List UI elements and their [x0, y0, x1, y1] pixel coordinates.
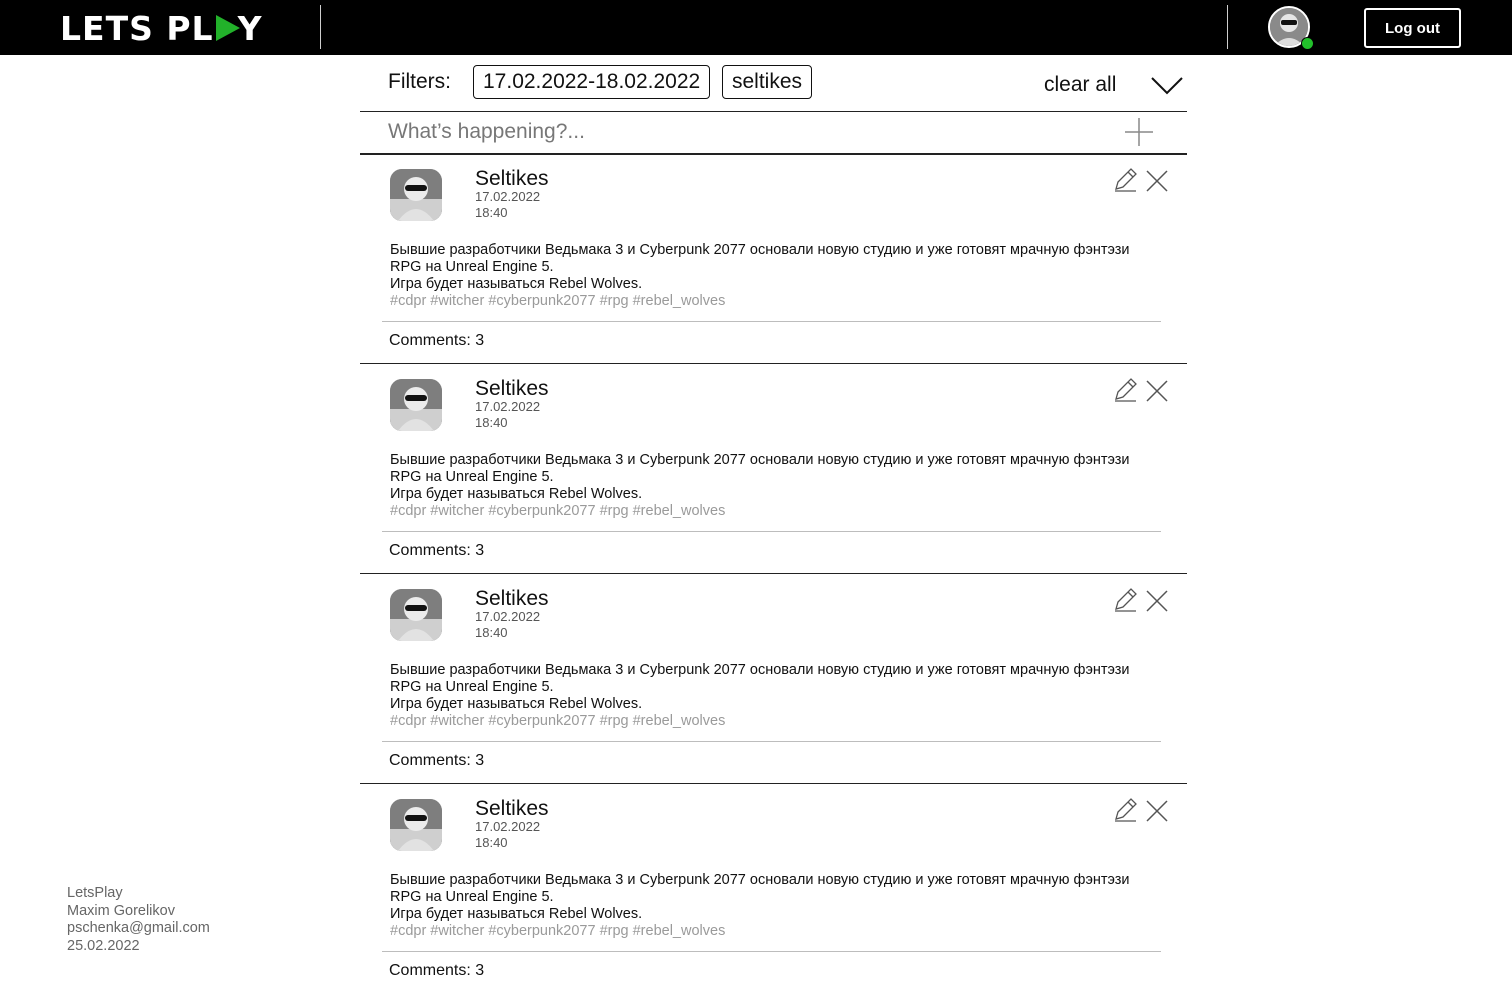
- post-tags[interactable]: #cdpr #witcher #cyberpunk2077 #rpg #rebe…: [390, 293, 1150, 310]
- post-card: Seltikes 17.02.2022 18:40 Бывшие разрабо…: [360, 785, 1187, 982]
- post-date: 17.02.2022: [475, 609, 541, 624]
- comments-count[interactable]: Comments: 3: [389, 542, 484, 560]
- post-text: Игра будет называться Rebel Wolves.: [390, 696, 643, 712]
- footer-app-name: LetsPlay: [67, 885, 123, 901]
- post-divider: [360, 783, 1187, 784]
- compose-bar: [360, 111, 1187, 155]
- post-card: Seltikes 17.02.2022 18:40 Бывшие разрабо…: [360, 365, 1187, 575]
- play-triangle-icon: [215, 15, 240, 41]
- post-text: Бывшие разработчики Ведьмака 3 и Cyberpu…: [390, 242, 1130, 275]
- whats-happening-input[interactable]: [388, 117, 1088, 147]
- post-body: Бывшие разработчики Ведьмака 3 и Cyberpu…: [390, 452, 1150, 520]
- footer-info: LetsPlay Maxim Gorelikov pschenka@gmail.…: [67, 885, 210, 955]
- footer-date: 25.02.2022: [67, 937, 140, 954]
- post-text: Игра будет называться Rebel Wolves.: [390, 486, 643, 502]
- header-divider-right: [1227, 5, 1228, 49]
- post-tags[interactable]: #cdpr #witcher #cyberpunk2077 #rpg #rebe…: [390, 923, 1150, 940]
- post-divider: [360, 363, 1187, 364]
- footer-author: Maxim Gorelikov: [67, 902, 175, 919]
- post-body: Бывшие разработчики Ведьмака 3 и Cyberpu…: [390, 242, 1150, 310]
- post-tags[interactable]: #cdpr #witcher #cyberpunk2077 #rpg #rebe…: [390, 713, 1150, 730]
- post-avatar[interactable]: [390, 589, 442, 641]
- filters-bar: Filters: 17.02.2022-18.02.2022 seltikes …: [360, 56, 1187, 112]
- comments-count[interactable]: Comments: 3: [389, 332, 484, 350]
- footer-email[interactable]: pschenka@gmail.com: [67, 920, 210, 938]
- post-date: 17.02.2022: [475, 189, 541, 204]
- post-author[interactable]: Seltikes: [475, 587, 549, 611]
- post-separator: [382, 321, 1161, 322]
- post-text: Игра будет называться Rebel Wolves.: [390, 276, 643, 292]
- filter-chip-user[interactable]: seltikes: [722, 65, 813, 99]
- post-author[interactable]: Seltikes: [475, 167, 549, 191]
- pencil-icon[interactable]: [1112, 167, 1138, 193]
- post-date: 17.02.2022: [475, 819, 541, 834]
- plus-icon[interactable]: [1124, 117, 1154, 147]
- post-separator: [382, 531, 1161, 532]
- post-avatar[interactable]: [390, 799, 442, 851]
- post-separator: [382, 951, 1161, 952]
- post-separator: [382, 741, 1161, 742]
- close-icon[interactable]: [1145, 589, 1169, 613]
- post-time: 18:40: [475, 205, 508, 220]
- logo[interactable]: LETS PL Y: [60, 8, 263, 48]
- post-text: Бывшие разработчики Ведьмака 3 и Cyberpu…: [390, 662, 1130, 695]
- chevron-down-icon[interactable]: [1150, 74, 1184, 96]
- clear-all-link[interactable]: clear all: [1044, 73, 1116, 97]
- close-icon[interactable]: [1145, 379, 1169, 403]
- post-card: Seltikes 17.02.2022 18:40 Бывшие разрабо…: [360, 575, 1187, 785]
- post-avatar[interactable]: [390, 379, 442, 431]
- post-text: Бывшие разработчики Ведьмака 3 и Cyberpu…: [390, 872, 1130, 905]
- post-body: Бывшие разработчики Ведьмака 3 и Cyberpu…: [390, 872, 1150, 940]
- close-icon[interactable]: [1145, 169, 1169, 193]
- filters-label: Filters:: [388, 70, 451, 93]
- post-author[interactable]: Seltikes: [475, 797, 549, 821]
- post-time: 18:40: [475, 415, 508, 430]
- filter-chip-date[interactable]: 17.02.2022-18.02.2022: [473, 65, 711, 99]
- top-bar: LETS PL Y Log out: [0, 0, 1512, 55]
- post-time: 18:40: [475, 835, 508, 850]
- post-avatar[interactable]: [390, 169, 442, 221]
- header-divider-left: [320, 5, 321, 49]
- post-time: 18:40: [475, 625, 508, 640]
- comments-count[interactable]: Comments: 3: [389, 962, 484, 980]
- post-body: Бывшие разработчики Ведьмака 3 и Cyberpu…: [390, 662, 1150, 730]
- pencil-icon[interactable]: [1112, 797, 1138, 823]
- comments-count[interactable]: Comments: 3: [389, 752, 484, 770]
- post-text: Игра будет называться Rebel Wolves.: [390, 906, 643, 922]
- logout-button[interactable]: Log out: [1364, 8, 1461, 48]
- logo-text-left: LETS PL: [60, 8, 214, 48]
- close-icon[interactable]: [1145, 799, 1169, 823]
- pencil-icon[interactable]: [1112, 587, 1138, 613]
- logo-text-right: Y: [237, 8, 263, 48]
- post-date: 17.02.2022: [475, 399, 541, 414]
- post-tags[interactable]: #cdpr #witcher #cyberpunk2077 #rpg #rebe…: [390, 503, 1150, 520]
- post-text: Бывшие разработчики Ведьмака 3 и Cyberpu…: [390, 452, 1130, 485]
- pencil-icon[interactable]: [1112, 377, 1138, 403]
- post-divider: [360, 573, 1187, 574]
- post-card: Seltikes 17.02.2022 18:40 Бывшие разрабо…: [360, 155, 1187, 365]
- online-status-indicator: [1301, 37, 1314, 50]
- post-author[interactable]: Seltikes: [475, 377, 549, 401]
